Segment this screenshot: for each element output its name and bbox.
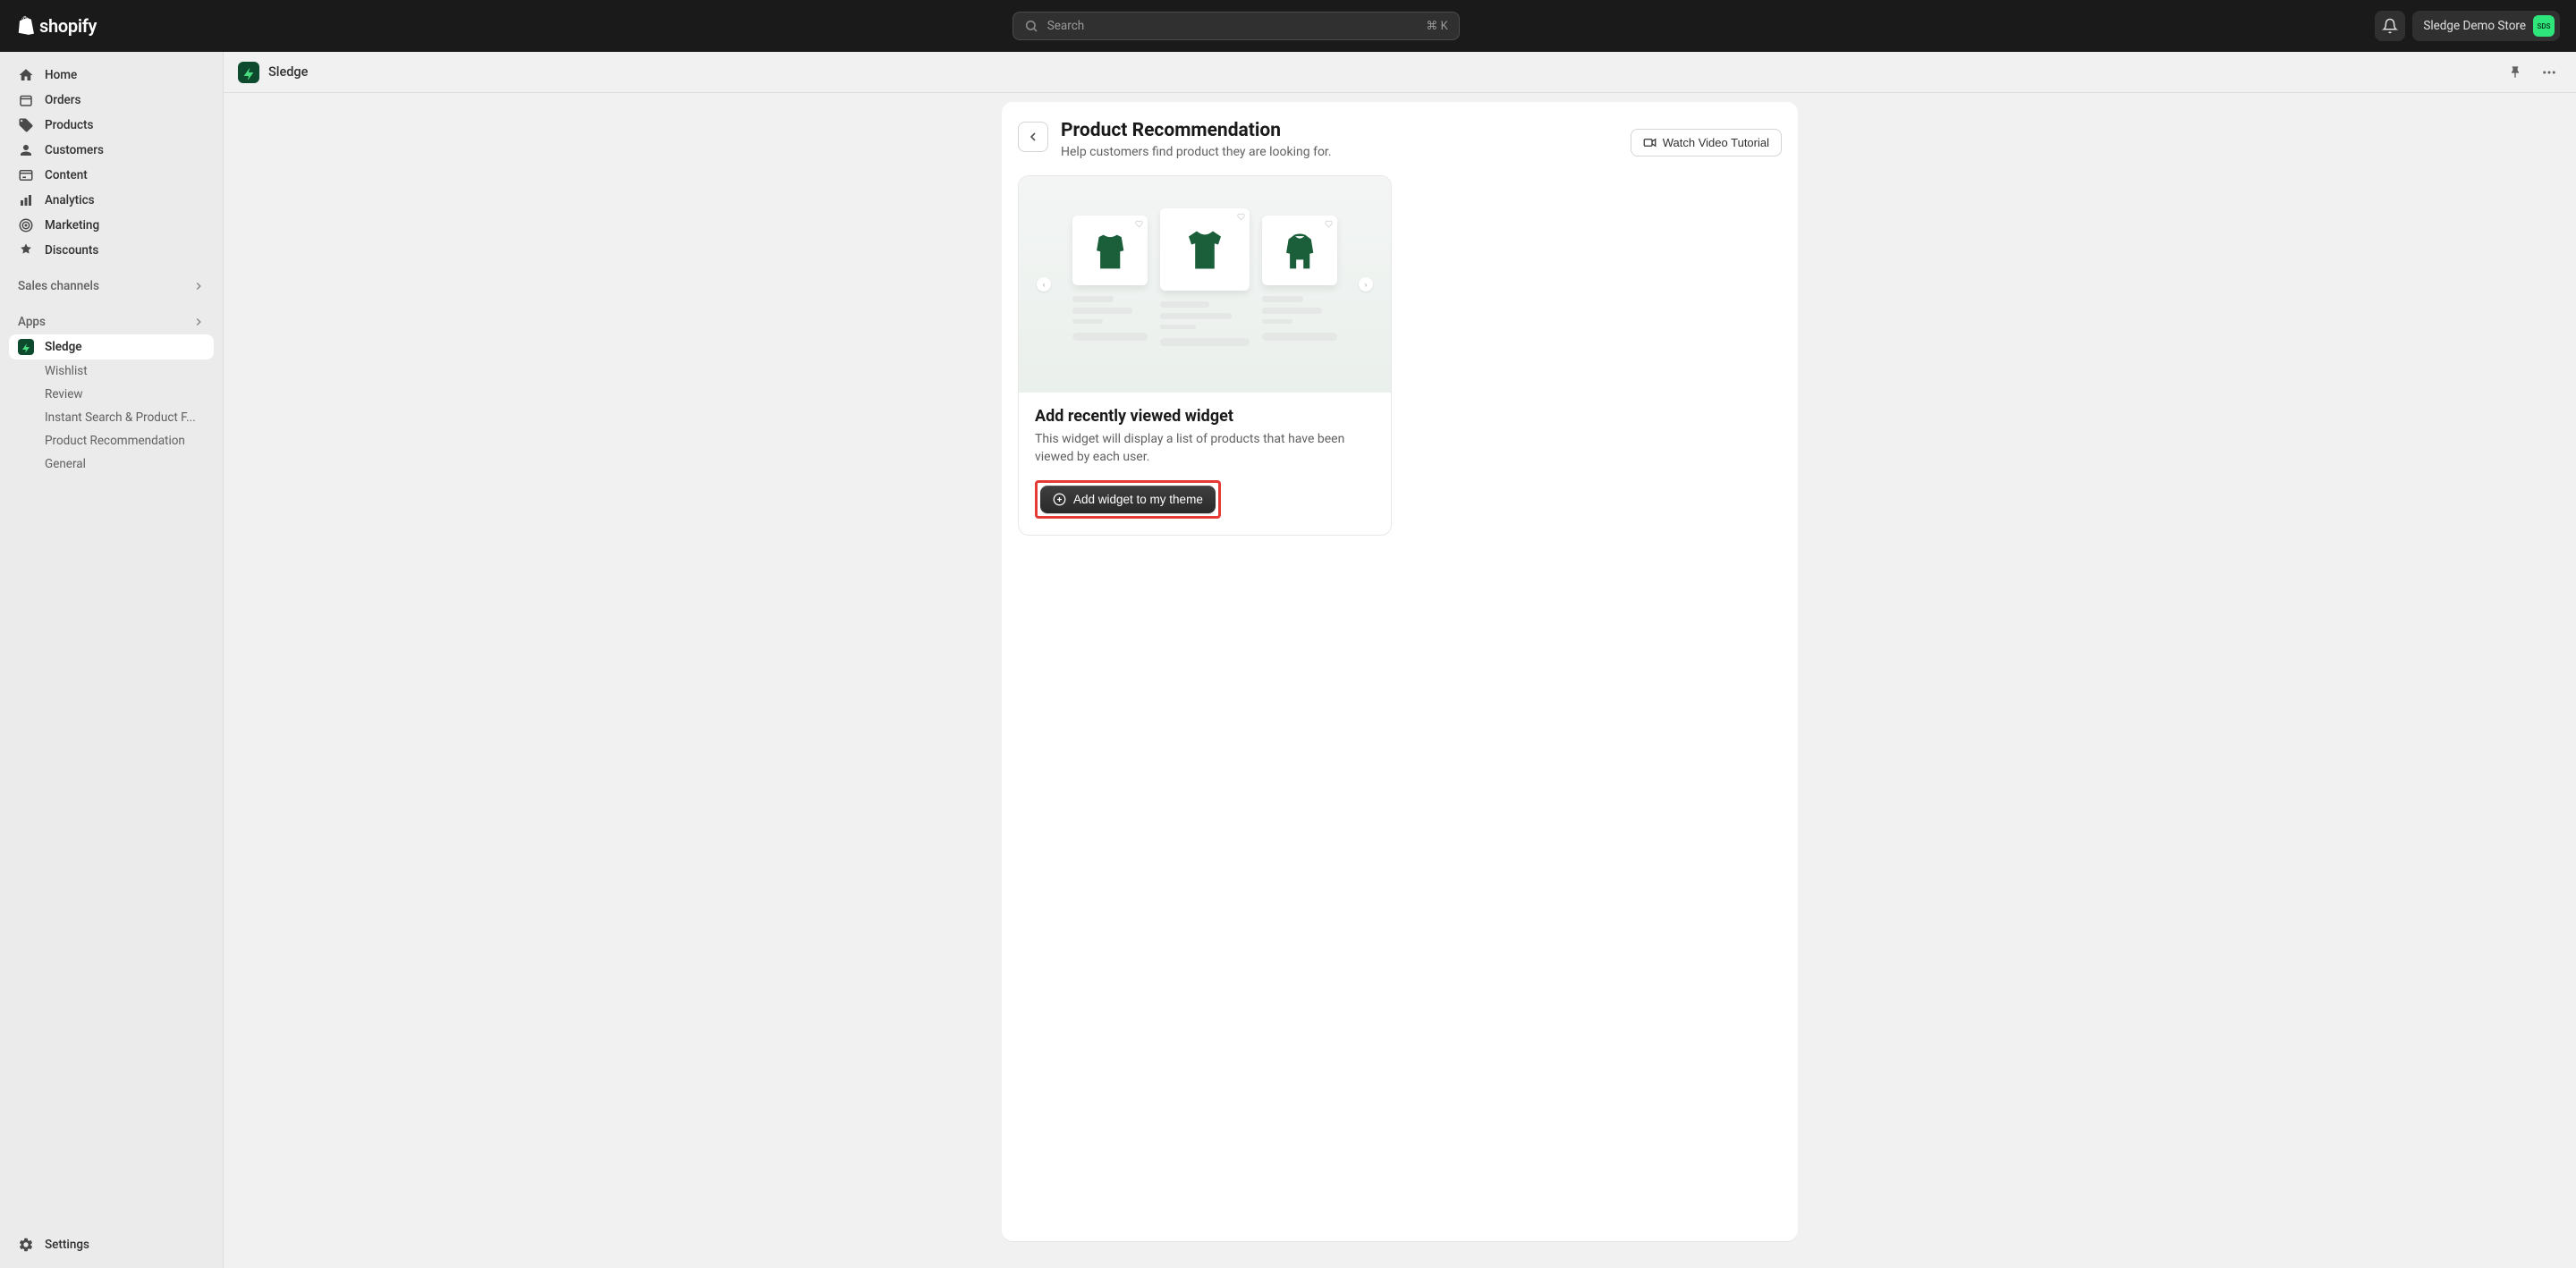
chevron-right-icon xyxy=(192,316,205,328)
content-icon xyxy=(18,167,34,183)
topbar-right: Sledge Demo Store SDS xyxy=(2375,11,2560,41)
sidebar-sub-instant-search[interactable]: Instant Search & Product F... xyxy=(9,406,214,429)
chevron-right-icon xyxy=(192,280,205,292)
sidebar: Home Orders Products Customers Content A… xyxy=(0,52,224,1268)
card-header-text: Product Recommendation Help customers fi… xyxy=(1061,120,1618,159)
sidebar-item-analytics[interactable]: Analytics xyxy=(9,188,214,213)
products-icon xyxy=(18,117,34,133)
sidebar-sub-wishlist[interactable]: Wishlist xyxy=(9,359,214,383)
store-name: Sledge Demo Store xyxy=(2423,19,2526,33)
sidebar-sub-product-recommendation[interactable]: Product Recommendation xyxy=(9,429,214,452)
customers-icon xyxy=(18,142,34,158)
pin-button[interactable] xyxy=(2503,60,2528,85)
preview-product-card xyxy=(1072,216,1148,353)
discounts-icon xyxy=(18,242,34,258)
sidebar-item-label: Discounts xyxy=(45,243,98,258)
carousel-next-button[interactable]: › xyxy=(1359,277,1373,292)
bell-icon xyxy=(2382,18,2398,34)
page-header-title: Sledge xyxy=(268,64,2494,80)
shopify-wordmark: shopify xyxy=(39,15,97,37)
add-widget-button[interactable]: Add widget to my theme xyxy=(1040,486,1216,513)
sidebar-item-label: Content xyxy=(45,168,88,182)
gear-icon xyxy=(18,1237,34,1253)
sidebar-sub-review[interactable]: Review xyxy=(9,383,214,406)
video-icon xyxy=(1643,136,1657,149)
sidebar-item-marketing[interactable]: Marketing xyxy=(9,213,214,238)
sidebar-item-home[interactable]: Home xyxy=(9,63,214,88)
back-button[interactable] xyxy=(1018,122,1048,152)
tutorial-button-label: Watch Video Tutorial xyxy=(1663,136,1769,149)
notifications-button[interactable] xyxy=(2375,11,2405,41)
sidebar-sales-channels-header[interactable]: Sales channels xyxy=(9,274,214,299)
marketing-icon xyxy=(18,217,34,233)
tshirt-icon xyxy=(1178,219,1232,281)
sidebar-item-label: Sledge xyxy=(45,340,82,354)
store-switcher[interactable]: Sledge Demo Store SDS xyxy=(2412,11,2560,41)
longsleeve-shirt-icon xyxy=(1088,224,1132,277)
sidebar-item-label: Home xyxy=(45,68,77,82)
sidebar-item-customers[interactable]: Customers xyxy=(9,138,214,163)
widget-description: This widget will display a list of produ… xyxy=(1035,431,1375,466)
sidebar-item-label: Marketing xyxy=(45,218,99,232)
content-area: Product Recommendation Help customers fi… xyxy=(224,93,2576,1268)
home-icon xyxy=(18,67,34,83)
widget-title: Add recently viewed widget xyxy=(1035,407,1375,426)
hoodie-icon xyxy=(1277,224,1322,277)
pin-icon xyxy=(2508,65,2522,80)
sidebar-section-label: Sales channels xyxy=(18,279,99,293)
chevron-left-icon xyxy=(1026,130,1040,144)
sidebar-sub-general[interactable]: General xyxy=(9,452,214,476)
widget-card: ‹ xyxy=(1018,175,1392,536)
page-subtitle: Help customers find product they are loo… xyxy=(1061,145,1618,159)
sidebar-item-discounts[interactable]: Discounts xyxy=(9,238,214,263)
analytics-icon xyxy=(18,192,34,208)
preview-product-card xyxy=(1262,216,1337,353)
store-avatar: SDS xyxy=(2533,15,2555,37)
sidebar-item-label: Customers xyxy=(45,143,104,157)
sidebar-section-label: Apps xyxy=(18,315,46,329)
shopify-bag-icon xyxy=(16,15,36,37)
sidebar-item-label: Settings xyxy=(45,1238,89,1252)
heart-icon xyxy=(1135,220,1143,228)
sidebar-item-settings[interactable]: Settings xyxy=(9,1232,214,1257)
main-card: Product Recommendation Help customers fi… xyxy=(1002,102,1798,1241)
page-title: Product Recommendation xyxy=(1061,120,1618,141)
sledge-app-icon xyxy=(238,62,259,83)
carousel-prev-button[interactable]: ‹ xyxy=(1037,277,1051,292)
tutorial-highlight-box: Add widget to my theme xyxy=(1035,480,1221,519)
search-placeholder: Search xyxy=(1047,19,1418,33)
sidebar-item-products[interactable]: Products xyxy=(9,113,214,138)
search-input[interactable]: Search ⌘ K xyxy=(1013,12,1460,40)
dots-icon xyxy=(2541,64,2557,80)
sidebar-item-label: Analytics xyxy=(45,193,95,207)
add-widget-button-label: Add widget to my theme xyxy=(1073,493,1203,506)
preview-product-card xyxy=(1160,208,1250,346)
sledge-app-icon xyxy=(18,339,34,355)
watch-tutorial-button[interactable]: Watch Video Tutorial xyxy=(1631,129,1782,156)
sidebar-item-sledge[interactable]: Sledge xyxy=(9,334,214,359)
heart-icon xyxy=(1325,220,1333,228)
widget-preview: ‹ xyxy=(1019,176,1391,393)
card-header: Product Recommendation Help customers fi… xyxy=(1018,120,1782,159)
search-wrap: Search ⌘ K xyxy=(111,12,2360,40)
sidebar-item-orders[interactable]: Orders xyxy=(9,88,214,113)
sidebar-item-content[interactable]: Content xyxy=(9,163,214,188)
search-shortcut: ⌘ K xyxy=(1426,20,1447,33)
topbar: shopify Search ⌘ K Sledge Demo Store SDS xyxy=(0,0,2576,52)
page-header: Sledge xyxy=(224,52,2576,93)
plus-circle-icon xyxy=(1053,493,1066,506)
widget-body: Add recently viewed widget This widget w… xyxy=(1019,393,1391,535)
search-icon xyxy=(1024,19,1038,33)
more-button[interactable] xyxy=(2537,60,2562,85)
heart-icon xyxy=(1237,213,1245,221)
sidebar-item-label: Orders xyxy=(45,93,81,107)
sidebar-apps-header[interactable]: Apps xyxy=(9,309,214,334)
sidebar-item-label: Products xyxy=(45,118,93,132)
main-content: Sledge Product Recommendation Help custo… xyxy=(224,52,2576,1268)
orders-icon xyxy=(18,92,34,108)
shopify-logo[interactable]: shopify xyxy=(16,15,97,37)
